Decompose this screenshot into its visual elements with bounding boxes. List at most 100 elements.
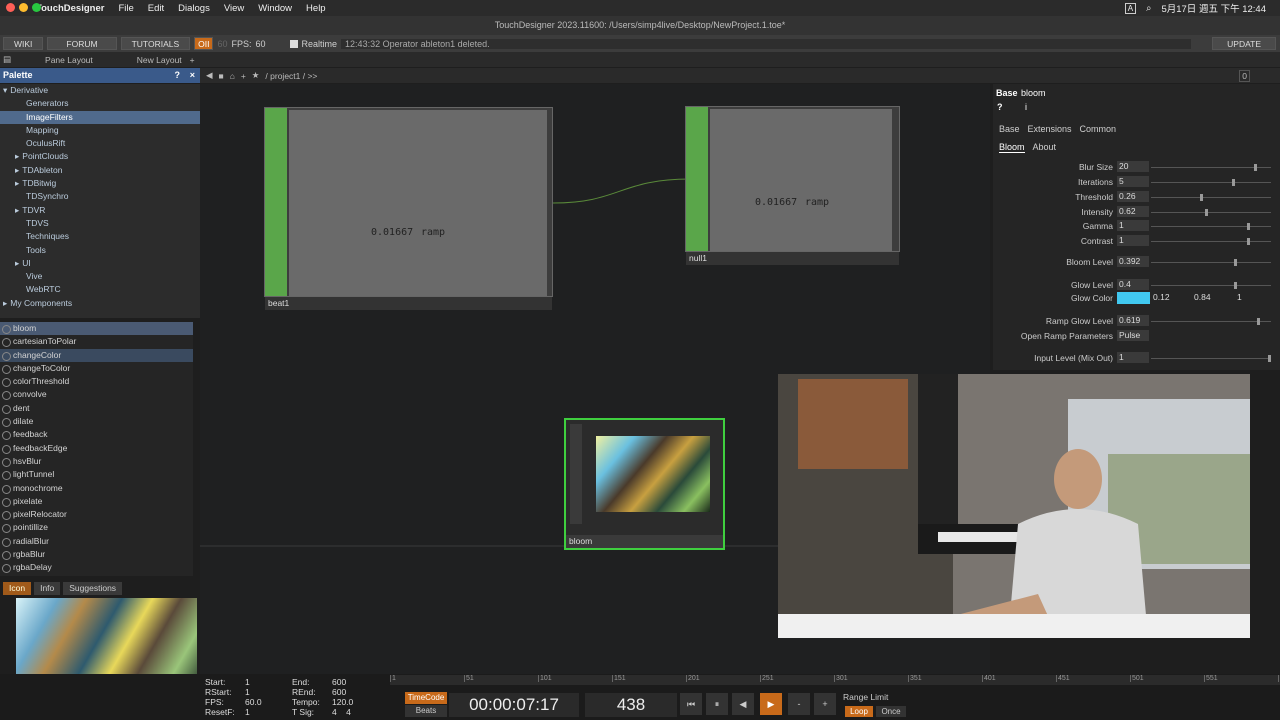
minimize-window-button[interactable] bbox=[19, 3, 28, 12]
pane-layout-button[interactable]: Pane Layout bbox=[45, 55, 93, 65]
param-slider-knob[interactable] bbox=[1253, 164, 1257, 171]
param-slider[interactable] bbox=[1151, 209, 1271, 216]
frame-display[interactable]: 438 bbox=[585, 693, 677, 717]
component-item[interactable]: monochrome bbox=[0, 482, 193, 495]
component-item[interactable]: feedback bbox=[0, 428, 193, 441]
param-slider-knob[interactable] bbox=[1234, 259, 1238, 266]
param-slider[interactable] bbox=[1151, 355, 1271, 362]
tree-item[interactable]: Techniques bbox=[0, 230, 200, 243]
end-value[interactable]: 600 bbox=[332, 677, 346, 687]
back-icon[interactable]: ◀ bbox=[206, 70, 213, 81]
new-layout-button[interactable]: New Layout bbox=[137, 55, 182, 65]
param-value[interactable]: 1 bbox=[1117, 352, 1149, 363]
param-slider-knob[interactable] bbox=[1246, 238, 1250, 245]
param-slider-knob[interactable] bbox=[1268, 355, 1271, 362]
home-icon[interactable]: ⌂ bbox=[230, 71, 235, 81]
op-null1-flags[interactable] bbox=[686, 107, 708, 251]
param-row[interactable]: Ramp Glow Level 0.619 bbox=[993, 315, 1280, 327]
param-value[interactable]: 20 bbox=[1117, 161, 1149, 172]
info-icon[interactable]: i bbox=[1025, 102, 1027, 112]
op-bloom-name[interactable]: bloom bbox=[566, 535, 723, 548]
param-slider[interactable] bbox=[1151, 318, 1271, 325]
update-button[interactable]: UPDATE bbox=[1212, 37, 1276, 50]
forum-button[interactable]: FORUM bbox=[47, 37, 117, 50]
zoom-window-button[interactable] bbox=[32, 3, 41, 12]
op-beat1-flags[interactable] bbox=[265, 108, 287, 296]
menu-edit[interactable]: Edit bbox=[148, 3, 164, 14]
tree-arrow-icon[interactable]: ▾ bbox=[3, 85, 7, 95]
play-button[interactable]: ▶ bbox=[760, 693, 782, 715]
tree-item[interactable]: Vive bbox=[0, 270, 200, 283]
timecode-button[interactable]: TimeCode bbox=[405, 692, 447, 704]
param-slider[interactable] bbox=[1151, 282, 1271, 289]
help-icon[interactable]: ? bbox=[997, 102, 1003, 112]
param-slider-knob[interactable] bbox=[1231, 179, 1235, 186]
component-item[interactable]: bloom bbox=[0, 322, 193, 336]
tsig-value[interactable]: 4 4 bbox=[332, 707, 351, 717]
component-item[interactable]: radialBlur bbox=[0, 535, 193, 548]
param-row[interactable]: Glow Level 0.4 bbox=[993, 279, 1280, 291]
tree-item[interactable]: ▸ TDBitwig bbox=[0, 177, 200, 190]
param-subpage-bloom[interactable]: Bloom bbox=[999, 142, 1025, 153]
add-layout-icon[interactable]: + bbox=[190, 55, 195, 65]
stop-icon[interactable]: ■ bbox=[219, 71, 224, 81]
param-row[interactable]: Threshold 0.26 bbox=[993, 191, 1280, 203]
param-slider[interactable] bbox=[1151, 179, 1271, 186]
tree-arrow-icon[interactable]: ▸ bbox=[15, 151, 19, 161]
glow-color-a[interactable]: 1 bbox=[1237, 292, 1242, 302]
param-slider[interactable] bbox=[1151, 238, 1271, 245]
param-page-common[interactable]: Common bbox=[1080, 124, 1117, 134]
tree-arrow-icon[interactable]: ▸ bbox=[3, 298, 7, 308]
param-row[interactable]: Open Ramp Parameters Pulse bbox=[993, 330, 1280, 342]
tree-arrow-icon[interactable]: ▸ bbox=[15, 205, 19, 215]
component-item[interactable]: colorThreshold bbox=[0, 375, 193, 388]
tree-item[interactable]: ImageFilters bbox=[0, 110, 200, 124]
component-item[interactable]: feedbackEdge bbox=[0, 442, 193, 455]
tree-item[interactable]: TDVS bbox=[0, 217, 200, 230]
beats-button[interactable]: Beats bbox=[405, 705, 447, 717]
tree-arrow-icon[interactable]: ▸ bbox=[15, 165, 19, 175]
component-item[interactable]: pixelRelocator bbox=[0, 508, 193, 521]
palette-help-icon[interactable]: ? bbox=[175, 68, 181, 83]
tree-item[interactable]: ▸ PointClouds bbox=[0, 150, 200, 163]
tree-item[interactable]: Tools bbox=[0, 244, 200, 257]
param-row[interactable]: Input Level (Mix Out) 1 bbox=[993, 352, 1280, 364]
loop-button[interactable]: Loop bbox=[845, 706, 873, 717]
param-value[interactable]: 0.26 bbox=[1117, 191, 1149, 202]
step-plus-button[interactable]: + bbox=[814, 693, 836, 715]
tree-item[interactable]: ▾ Derivative bbox=[0, 84, 200, 97]
param-row[interactable]: Bloom Level 0.392 bbox=[993, 256, 1280, 268]
param-value[interactable]: 1 bbox=[1117, 220, 1149, 231]
op-bloom[interactable]: bloom bbox=[564, 418, 725, 550]
param-slider[interactable] bbox=[1151, 164, 1271, 171]
tree-item[interactable]: OculusRift bbox=[0, 137, 200, 150]
step-minus-button[interactable]: - bbox=[788, 693, 810, 715]
pane-icon[interactable]: ▤ bbox=[3, 54, 11, 65]
component-item[interactable]: pointillize bbox=[0, 521, 193, 534]
tempo-value[interactable]: 120.0 bbox=[332, 697, 353, 707]
component-item[interactable]: convolve bbox=[0, 388, 193, 401]
param-slider[interactable] bbox=[1151, 223, 1271, 230]
menu-help[interactable]: Help bbox=[306, 3, 326, 14]
menu-window[interactable]: Window bbox=[258, 3, 292, 14]
component-item[interactable]: dilate bbox=[0, 415, 193, 428]
component-item[interactable]: changeToColor bbox=[0, 362, 193, 375]
app-menu[interactable]: TouchDesigner bbox=[36, 3, 104, 14]
param-slider-knob[interactable] bbox=[1200, 194, 1204, 201]
op-bloom-flags[interactable] bbox=[570, 424, 582, 524]
param-page-extensions[interactable]: Extensions bbox=[1028, 124, 1072, 134]
component-item[interactable]: lightTunnel bbox=[0, 468, 193, 481]
tree-item[interactable]: ▸ My Components bbox=[0, 297, 200, 310]
op-null1[interactable]: 0.01667 ramp null1 bbox=[685, 106, 900, 265]
input-source-icon[interactable]: A bbox=[1124, 2, 1137, 14]
tree-item[interactable]: ▸ UI bbox=[0, 257, 200, 270]
tree-item[interactable]: ▸ TDAbleton bbox=[0, 164, 200, 177]
search-icon[interactable]: ⌕ bbox=[1146, 3, 1151, 14]
param-slider-knob[interactable] bbox=[1246, 223, 1250, 230]
glow-color-b[interactable]: 0.84 bbox=[1194, 292, 1211, 302]
info-tab-icon[interactable]: Icon bbox=[3, 582, 32, 595]
network-path[interactable]: / project1 / >> bbox=[265, 71, 317, 81]
op-null1-name[interactable]: null1 bbox=[686, 252, 899, 265]
param-row[interactable]: Contrast 1 bbox=[993, 235, 1280, 247]
add-icon[interactable]: + bbox=[241, 71, 246, 81]
